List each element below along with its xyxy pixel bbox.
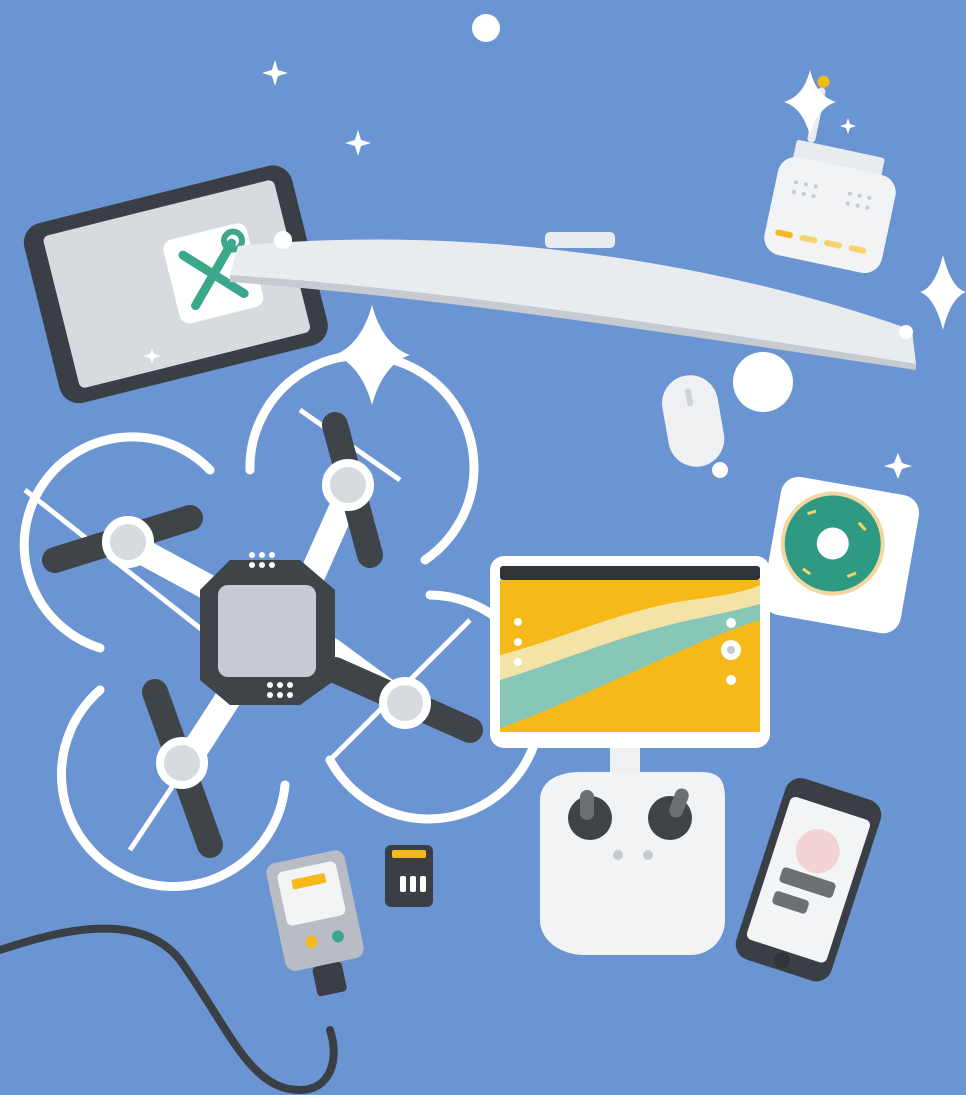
sparkle-large: [920, 255, 966, 330]
dot: [274, 231, 292, 249]
router: [764, 75, 896, 274]
sparkle-small: [840, 118, 856, 134]
sparkle-large: [334, 305, 410, 405]
sd-card: [385, 845, 433, 907]
tablet-on-controller: [490, 556, 770, 776]
dot: [712, 462, 728, 478]
sparkle-small: [262, 60, 288, 86]
sparkle-small: [345, 130, 371, 156]
dot: [733, 352, 793, 412]
remote-controller: [540, 772, 725, 955]
drone: [19, 350, 546, 892]
dot: [472, 14, 500, 42]
mouse: [662, 375, 725, 467]
charger: [266, 850, 364, 997]
smartphone: [735, 778, 882, 982]
dot: [899, 325, 913, 339]
sticker-donut: [762, 476, 920, 634]
sparkle-small: [884, 453, 912, 479]
illustration-scene: [0, 14, 966, 1095]
